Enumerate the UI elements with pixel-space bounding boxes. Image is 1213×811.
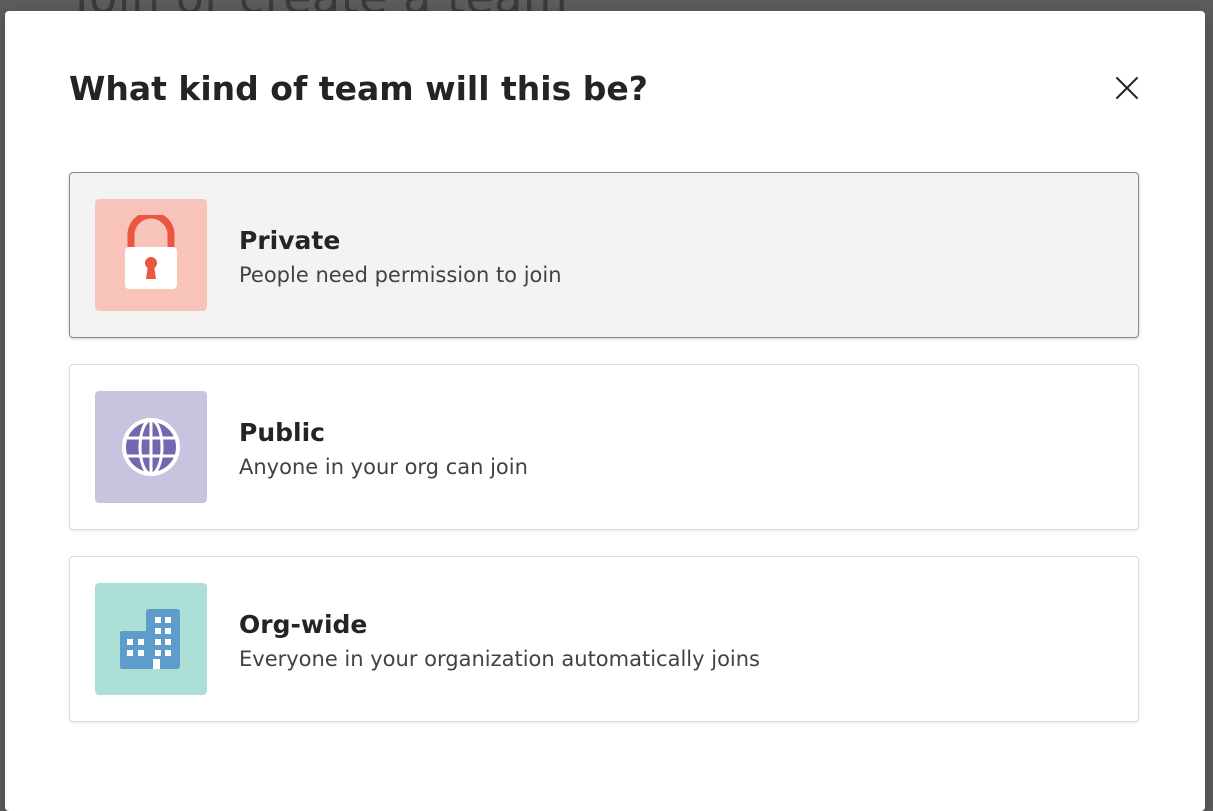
option-description: Everyone in your organization automatica… (239, 647, 761, 671)
option-description: Anyone in your org can join (239, 455, 528, 479)
close-button[interactable] (1109, 71, 1145, 105)
option-description: People need permission to join (239, 263, 562, 287)
dialog-title: What kind of team will this be? (69, 69, 648, 108)
option-title: Org-wide (239, 610, 368, 639)
option-public-text: Public Anyone in your org can join (239, 417, 528, 482)
building-icon (120, 609, 180, 669)
close-icon (1116, 77, 1138, 99)
option-private[interactable]: Private People need permission to join (69, 172, 1139, 338)
option-org-wide-text: Org-wide Everyone in your organization a… (239, 609, 760, 674)
org-wide-icon-tile (95, 583, 207, 695)
option-org-wide[interactable]: Org-wide Everyone in your organization a… (69, 556, 1139, 722)
option-private-text: Private People need permission to join (239, 225, 562, 290)
lock-icon (125, 215, 177, 289)
team-type-dialog: What kind of team will this be? Private … (5, 11, 1205, 811)
option-title: Private (239, 226, 341, 255)
public-icon-tile (95, 391, 207, 503)
private-icon-tile (95, 199, 207, 311)
option-title: Public (239, 418, 325, 447)
globe-icon (122, 418, 180, 476)
option-public[interactable]: Public Anyone in your org can join (69, 364, 1139, 530)
